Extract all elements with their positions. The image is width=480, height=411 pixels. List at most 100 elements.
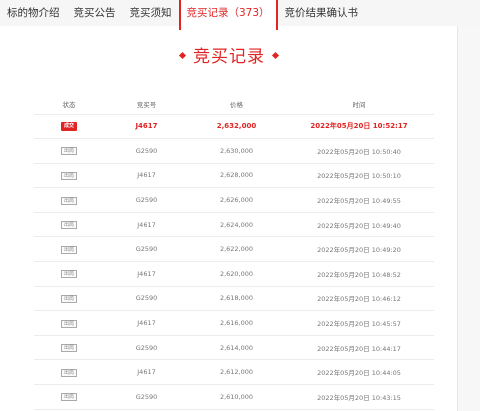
price-cell: 2,618,000 [189,286,284,312]
tab-bar: 标的物介绍 竞买公告 竞买须知 竞买记录（373） 竞价结果确认书 [0,0,480,30]
status-cell: 出局 [34,359,104,386]
time-cell: 2022年05月20日 10:46:12 [284,286,434,312]
time-cell: 2022年05月20日 10:52:17 [284,114,434,140]
status-badge: 出局 [60,368,77,377]
bidder-cell: G2590 [104,384,189,410]
table-row: 出局 G2590 2,610,000 2022年05月20日 10:43:15 [34,384,434,410]
time-cell: 2022年05月20日 10:49:55 [284,187,434,213]
bidder-cell: G2590 [104,286,189,312]
bidder-cell: J4617 [104,261,189,287]
table-row: 出局 G2590 2,630,000 2022年05月20日 10:50:40 [34,138,434,164]
diamond-right-icon [271,51,280,59]
status-cell: 出局 [34,335,104,361]
time-value: 2022年05月20日 10:49:20 [317,246,401,255]
table-row: 成交 J4617 2,632,000 2022年05月20日 10:52:17 [34,114,434,140]
status-cell: 出局 [34,310,104,336]
price-value: 2,612,000 [219,368,254,377]
bidder-value: G2590 [135,245,158,254]
status-cell: 出局 [34,384,104,410]
price-value: 2,622,000 [219,245,254,254]
time-value: 2022年05月20日 10:52:17 [310,122,408,131]
tab-item-intro[interactable]: 标的物介绍 [0,0,67,27]
time-value: 2022年05月20日 10:50:10 [317,172,401,181]
time-value: 2022年05月20日 10:44:05 [317,369,401,378]
tab-bid-records[interactable]: 竞买记录（373） [178,0,278,30]
time-cell: 2022年05月20日 10:50:10 [284,163,434,189]
bidder-cell: G2590 [104,335,189,361]
price-value: 2,626,000 [219,196,254,205]
price-cell: 2,630,000 [189,138,284,164]
diamond-left-icon [178,51,187,59]
status-badge: 成交 [60,122,77,132]
time-value: 2022年05月20日 10:50:40 [317,147,401,156]
time-value: 2022年05月20日 10:43:15 [317,393,401,402]
bidder-cell: J4617 [104,114,189,140]
time-cell: 2022年05月20日 10:45:57 [284,310,434,336]
price-cell: 2,612,000 [189,359,284,386]
bidder-cell: J4617 [104,163,189,189]
bid-records-table: 状态 竞买号 价格 时间 成交 J4617 2,632,000 2022年05月20日… [34,94,434,410]
price-cell: 2,610,000 [189,384,284,410]
price-value: 2,610,000 [219,392,254,401]
status-cell: 出局 [34,236,104,263]
time-value: 2022年05月20日 10:44:17 [317,344,401,353]
table-row: 出局 J4617 2,628,000 2022年05月20日 10:50:10 [34,163,434,189]
bidder-cell: G2590 [104,236,189,263]
column-header-bidder: 竞买号 [104,94,189,115]
bidder-value: G2590 [135,196,158,205]
time-cell: 2022年05月20日 10:49:20 [284,236,434,263]
bidder-value: J4617 [135,122,158,131]
right-gutter [458,26,480,411]
price-cell: 2,626,000 [189,187,284,213]
price-value: 2,628,000 [219,171,254,180]
price-value: 2,618,000 [219,294,254,303]
section-heading: 竞买记录 [0,42,458,67]
bidder-value: G2590 [135,343,158,352]
price-cell: 2,620,000 [189,261,284,287]
price-value: 2,632,000 [216,122,257,131]
table-row: 出局 J4617 2,624,000 2022年05月20日 10:49:40 [34,212,434,238]
table-row: 出局 G2590 2,618,000 2022年05月20日 10:46:12 [34,286,434,312]
status-badge: 出局 [60,319,77,328]
time-cell: 2022年05月20日 10:44:05 [284,359,434,386]
status-badge: 出局 [60,344,77,353]
tab-announcement[interactable]: 竞买公告 [67,0,123,27]
tab-notice[interactable]: 竞买须知 [123,0,179,27]
price-cell: 2,624,000 [189,212,284,238]
status-cell: 出局 [34,261,104,287]
table-row: 出局 G2590 2,626,000 2022年05月20日 10:49:55 [34,187,434,213]
table-row: 出局 J4617 2,612,000 2022年05月20日 10:44:05 [34,359,434,386]
status-cell: 成交 [34,114,104,140]
price-cell: 2,622,000 [189,236,284,263]
bidder-value: G2590 [135,294,158,303]
price-value: 2,624,000 [219,220,254,229]
time-value: 2022年05月20日 10:49:55 [317,197,401,206]
status-badge: 出局 [60,196,77,205]
price-cell: 2,614,000 [189,335,284,361]
price-value: 2,616,000 [219,319,254,328]
time-cell: 2022年05月20日 10:50:40 [284,138,434,164]
tab-result-confirmation[interactable]: 竞价结果确认书 [278,0,366,27]
status-cell: 出局 [34,138,104,164]
status-cell: 出局 [34,187,104,213]
price-value: 2,614,000 [219,343,254,352]
bidder-cell: J4617 [104,310,189,336]
column-header-price: 价格 [189,94,284,115]
status-cell: 出局 [34,286,104,312]
time-cell: 2022年05月20日 10:49:40 [284,212,434,238]
table-row: 出局 J4617 2,620,000 2022年05月20日 10:48:52 [34,261,434,287]
bidder-value: J4617 [137,368,156,377]
price-value: 2,630,000 [219,146,254,155]
column-header-time: 时间 [284,94,434,115]
time-value: 2022年05月20日 10:45:57 [317,320,401,329]
time-cell: 2022年05月20日 10:48:52 [284,261,434,287]
column-header-status: 状态 [34,94,104,115]
bidder-value: J4617 [137,319,156,328]
status-cell: 出局 [34,212,104,238]
status-badge: 出局 [60,270,77,279]
time-value: 2022年05月20日 10:48:52 [317,270,401,279]
bidder-value: G2590 [135,146,158,155]
section-title: 竞买记录 [193,47,265,67]
price-cell: 2,616,000 [189,310,284,336]
bidder-value: J4617 [137,171,156,180]
